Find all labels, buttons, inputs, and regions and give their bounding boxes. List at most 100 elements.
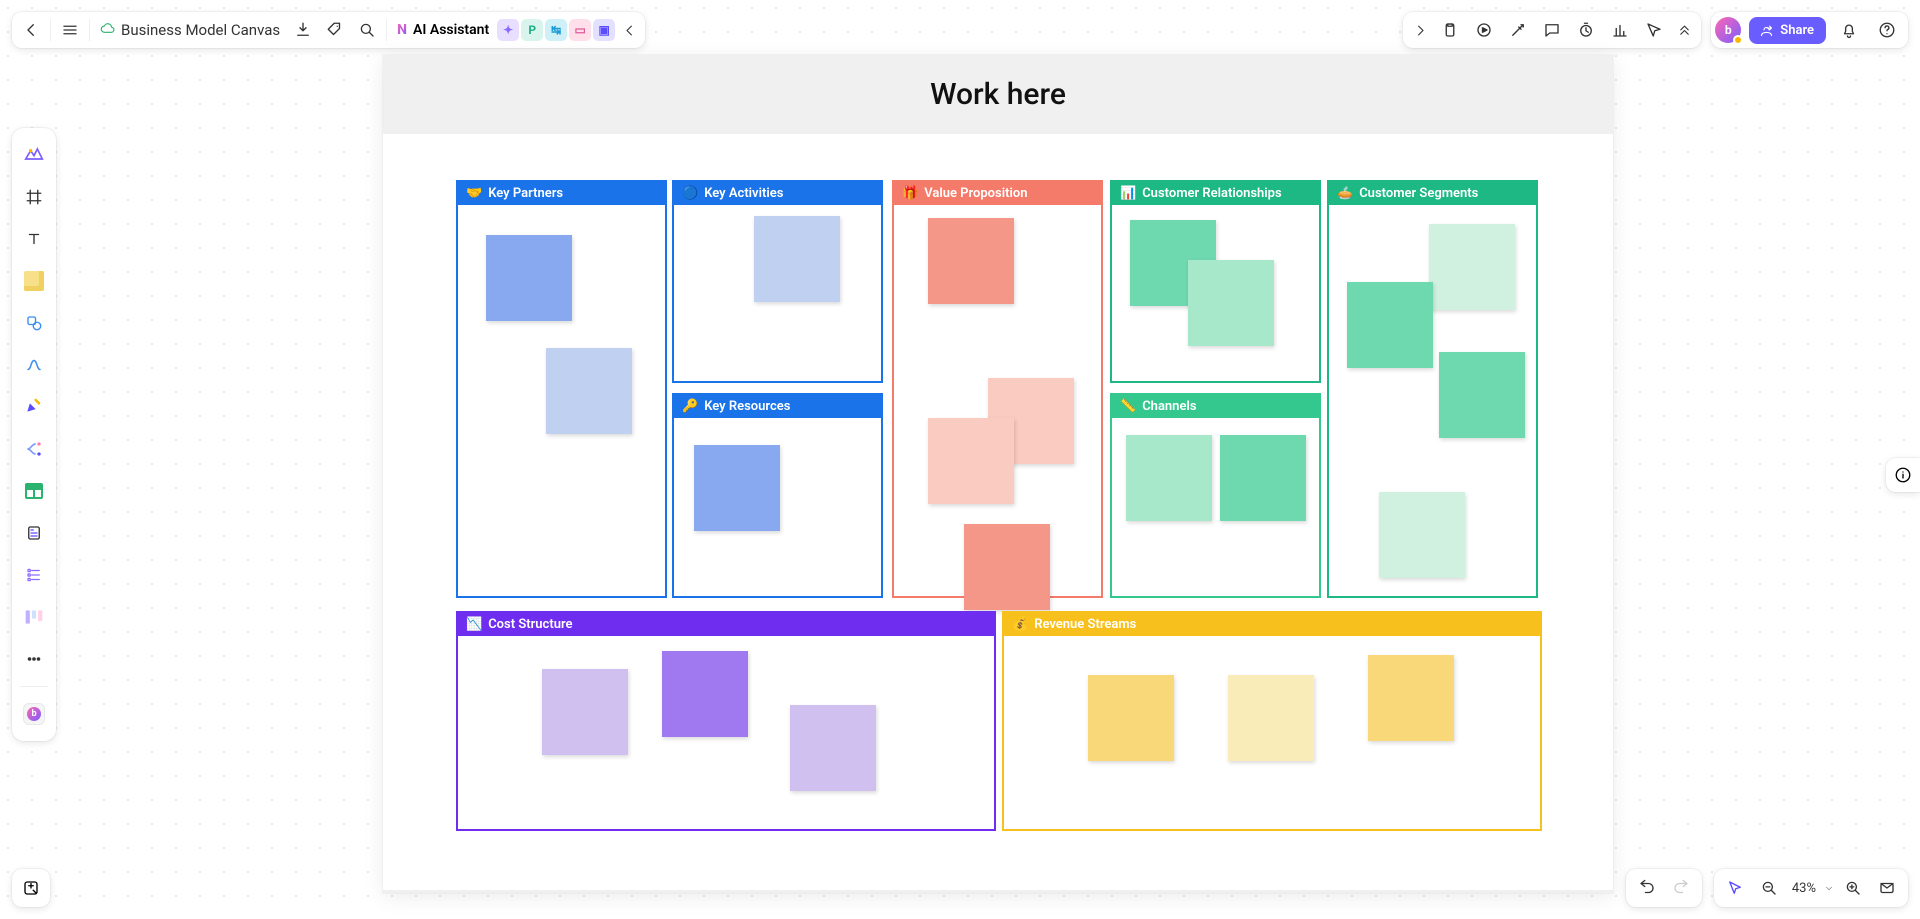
- text-tool-button[interactable]: [16, 220, 52, 258]
- sticky-note[interactable]: [542, 669, 628, 755]
- magic-button[interactable]: [1503, 15, 1533, 45]
- table-tool-button[interactable]: [16, 472, 52, 510]
- sticky-note[interactable]: [1379, 492, 1465, 578]
- ai-assistant-button[interactable]: N AI Assistant: [391, 22, 495, 38]
- sticky-note[interactable]: [928, 418, 1014, 504]
- ruler-icon: 📏: [1120, 399, 1136, 414]
- present-button[interactable]: [1469, 15, 1499, 45]
- ai-mini-branch[interactable]: ↹: [545, 19, 567, 41]
- sticky-tool-button[interactable]: [16, 262, 52, 300]
- left-tool-panel: b: [12, 128, 56, 741]
- zone-revenue-streams[interactable]: 💰 Revenue Streams: [1002, 611, 1542, 831]
- ai-mini-sparkle[interactable]: ✦: [497, 19, 519, 41]
- frame-tool-button[interactable]: [16, 178, 52, 216]
- zone-label: Value Proposition: [924, 186, 1027, 201]
- pen-tool-button[interactable]: [16, 388, 52, 426]
- undo-button[interactable]: [1632, 873, 1662, 903]
- zoom-out-button[interactable]: [1754, 873, 1784, 903]
- back-button[interactable]: [16, 15, 46, 45]
- separator: [89, 19, 90, 41]
- activities-icon: 🔵: [682, 186, 698, 201]
- minimap-button[interactable]: [1872, 873, 1902, 903]
- help-button[interactable]: [1872, 15, 1902, 45]
- zone-header: 🔑 Key Resources: [674, 395, 881, 418]
- zone-header: 🥧 Customer Segments: [1329, 182, 1536, 205]
- ai-mini-chat[interactable]: ▣: [593, 19, 615, 41]
- mindmap-tool-button[interactable]: [16, 430, 52, 468]
- share-button[interactable]: Share: [1749, 17, 1826, 44]
- sticky-note[interactable]: [964, 524, 1050, 610]
- zone-label: Key Activities: [704, 186, 783, 201]
- export-button[interactable]: [288, 15, 318, 45]
- document-title-area[interactable]: Business Model Canvas: [94, 21, 286, 40]
- clipboard-button[interactable]: [1435, 15, 1465, 45]
- apps-button[interactable]: b: [16, 695, 52, 733]
- search-button[interactable]: [352, 15, 382, 45]
- kanban-tool-button[interactable]: [16, 598, 52, 636]
- zoom-level[interactable]: 43%: [1788, 881, 1820, 896]
- sticky-note[interactable]: [1347, 282, 1433, 368]
- zone-key-partners[interactable]: 🤝 Key Partners: [456, 180, 667, 598]
- separator: [50, 19, 51, 41]
- zone-channels[interactable]: 📏 Channels: [1110, 393, 1321, 598]
- sticky-note[interactable]: [1439, 352, 1525, 438]
- templates-button[interactable]: [16, 136, 52, 174]
- notifications-button[interactable]: [1834, 15, 1864, 45]
- chart-button[interactable]: [1605, 15, 1635, 45]
- zone-customer-segments[interactable]: 🥧 Customer Segments: [1327, 180, 1538, 598]
- sticky-note[interactable]: [1220, 435, 1306, 521]
- sticky-note[interactable]: [694, 445, 780, 531]
- connector-tool-button[interactable]: [16, 346, 52, 384]
- sticky-note[interactable]: [1368, 655, 1454, 741]
- sticky-icon: [24, 271, 44, 291]
- sticky-note[interactable]: [928, 218, 1014, 304]
- zone-header: 📊 Customer Relationships: [1112, 182, 1319, 205]
- menu-button[interactable]: [55, 15, 85, 45]
- sticky-note[interactable]: [1126, 435, 1212, 521]
- zone-label: Revenue Streams: [1034, 617, 1136, 632]
- collapse-ai-button[interactable]: [617, 15, 641, 45]
- doc-tool-button[interactable]: [16, 514, 52, 552]
- comment-button[interactable]: [1537, 15, 1567, 45]
- sticky-note[interactable]: [790, 705, 876, 791]
- sticky-note[interactable]: [1088, 675, 1174, 761]
- ai-mini-p[interactable]: P: [521, 19, 543, 41]
- zone-label: Key Resources: [704, 399, 790, 414]
- zone-customer-relationships[interactable]: 📊 Customer Relationships: [1110, 180, 1321, 383]
- document-title: Business Model Canvas: [121, 21, 280, 39]
- pointer-mode-button[interactable]: [1720, 873, 1750, 903]
- canvas-frame[interactable]: Work here 🤝 Key Partners 🔵 Key Activitie…: [383, 55, 1613, 893]
- timer-button[interactable]: [1571, 15, 1601, 45]
- sticky-note[interactable]: [754, 216, 840, 302]
- sticky-note[interactable]: [1228, 675, 1314, 761]
- sticky-note[interactable]: [1188, 260, 1274, 346]
- avatar[interactable]: b: [1715, 17, 1741, 43]
- zone-key-activities[interactable]: 🔵 Key Activities: [672, 180, 883, 383]
- sticky-note[interactable]: [546, 348, 632, 434]
- money-icon: 💰: [1012, 617, 1028, 632]
- handshake-icon: 🤝: [466, 186, 482, 201]
- zone-cost-structure[interactable]: 📉 Cost Structure: [456, 611, 996, 831]
- zone-label: Channels: [1142, 399, 1196, 414]
- zoom-in-button[interactable]: [1838, 873, 1868, 903]
- tag-button[interactable]: [320, 15, 350, 45]
- shape-tool-button[interactable]: [16, 304, 52, 342]
- chartdown-icon: 📉: [466, 617, 482, 632]
- sticky-note[interactable]: [1429, 224, 1515, 310]
- redo-button[interactable]: [1666, 873, 1696, 903]
- sticky-note[interactable]: [662, 651, 748, 737]
- cursor-chat-button[interactable]: [1639, 15, 1669, 45]
- chevron-down-icon[interactable]: [1824, 881, 1834, 896]
- list-tool-button[interactable]: [16, 556, 52, 594]
- zone-value-proposition[interactable]: 🎁 Value Proposition: [892, 180, 1103, 598]
- zone-key-resources[interactable]: 🔑 Key Resources: [672, 393, 883, 598]
- quick-add-button[interactable]: [12, 869, 50, 907]
- zone-header: 🤝 Key Partners: [458, 182, 665, 205]
- zone-label: Customer Relationships: [1142, 186, 1282, 201]
- expand-tools-button[interactable]: [1409, 15, 1431, 45]
- more-tools-button[interactable]: [16, 640, 52, 678]
- more-tools-button[interactable]: [1673, 15, 1695, 45]
- sticky-note[interactable]: [486, 235, 572, 321]
- info-panel-toggle[interactable]: [1886, 458, 1920, 492]
- ai-mini-card[interactable]: ▭: [569, 19, 591, 41]
